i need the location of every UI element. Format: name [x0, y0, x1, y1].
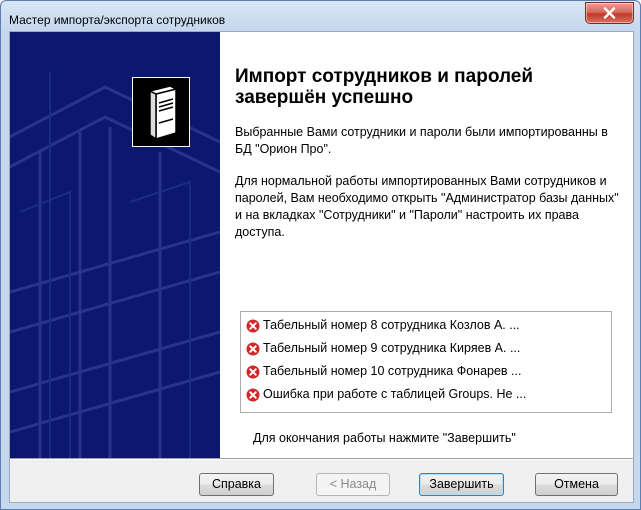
list-item[interactable]: Табельный номер 8 сотрудника Козлов А. .… [246, 314, 611, 337]
list-item-text: Ошибка при работе с таблицей Groups. Не … [263, 387, 527, 401]
error-icon [246, 388, 260, 401]
back-button[interactable]: < Назад [316, 473, 390, 496]
error-icon [246, 342, 260, 355]
list-item[interactable]: Ошибка при работе с таблицей Groups. Не … [246, 383, 611, 406]
import-result-text: Выбранные Вами сотрудники и пароли были … [235, 125, 608, 156]
cancel-button[interactable]: Отмена [535, 473, 618, 496]
wizard-content: Импорт сотрудников и паролей завершён ус… [220, 32, 633, 458]
list-item[interactable]: Табельный номер 9 сотрудника Киряев А. .… [246, 337, 611, 360]
page-title: Импорт сотрудников и паролей завершён ус… [235, 66, 534, 108]
list-item-text: Табельный номер 8 сотрудника Козлов А. .… [263, 318, 520, 332]
import-log-list[interactable]: Табельный номер 8 сотрудника Козлов А. .… [240, 311, 612, 413]
window-title: Мастер импорта/экспорта сотрудников [9, 13, 226, 27]
close-button[interactable] [585, 2, 634, 24]
close-icon [603, 7, 616, 19]
wizard-side-panel [10, 32, 220, 458]
server-icon [132, 77, 190, 147]
footer-divider [10, 458, 633, 460]
error-icon [246, 319, 260, 332]
title-bar[interactable]: Мастер импорта/экспорта сотрудников [1, 1, 640, 31]
list-item-text: Табельный номер 9 сотрудника Киряев А. .… [263, 341, 521, 355]
help-button[interactable]: Справка [199, 473, 274, 496]
wizard-client-area: Импорт сотрудников и паролей завершён ус… [9, 31, 634, 503]
list-item-text: Табельный номер 10 сотрудника Фонарев ..… [263, 364, 522, 378]
list-item[interactable]: Табельный номер 10 сотрудника Фонарев ..… [246, 360, 611, 383]
finish-button[interactable]: Завершить [419, 473, 504, 496]
finish-hint-text: Для окончания работы нажмите "Завершить" [253, 431, 516, 445]
wizard-window: Мастер импорта/экспорта сотрудников Импо… [0, 0, 641, 510]
instructions-text: Для нормальной работы импортированных Ва… [235, 174, 619, 239]
error-icon [246, 365, 260, 378]
